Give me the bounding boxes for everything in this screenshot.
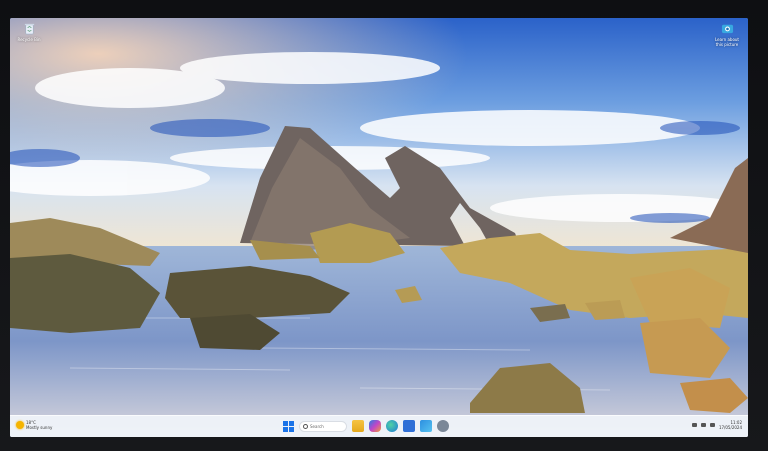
- battery-icon[interactable]: [709, 423, 715, 427]
- sun-icon: [16, 421, 24, 429]
- search-icon: [303, 423, 308, 429]
- photos-icon[interactable]: [420, 420, 432, 432]
- recycle-bin-icon: [24, 23, 34, 35]
- start-button[interactable]: [283, 420, 294, 432]
- taskbar-pinned-apps: Search: [283, 420, 449, 432]
- edge-icon[interactable]: [386, 420, 398, 432]
- taskbar-search-box[interactable]: Search: [299, 420, 347, 432]
- desktop-icon-label: Learn about this picture: [715, 37, 739, 47]
- search-placeholder: Search: [310, 423, 324, 429]
- clock[interactable]: 11:02 17/05/2024: [719, 420, 742, 430]
- clock-date: 17/05/2024: [718, 425, 742, 430]
- copilot-icon[interactable]: [369, 420, 381, 432]
- settings-icon[interactable]: [437, 420, 449, 432]
- camera-icon: [721, 24, 733, 34]
- file-explorer-icon[interactable]: [352, 420, 364, 432]
- system-tray: 11:02 17/05/2024: [691, 420, 742, 430]
- volume-icon[interactable]: [700, 423, 706, 427]
- taskbar: 18°C Mostly sunny Search 11:02 17/05/202…: [10, 415, 748, 437]
- desktop-screen: Recycle Bin Learn about this picture 18°…: [10, 18, 748, 437]
- weather-condition: Mostly sunny: [26, 425, 53, 430]
- desktop-icon-recycle-bin[interactable]: Recycle Bin: [12, 22, 46, 54]
- desktop-icon-label: Recycle Bin: [17, 37, 41, 42]
- wallpaper-image: [10, 18, 748, 437]
- desktop-icon-learn-about-picture[interactable]: Learn about this picture: [710, 22, 744, 54]
- weather-widget[interactable]: 18°C Mostly sunny: [16, 420, 52, 430]
- store-icon[interactable]: [403, 420, 415, 432]
- network-icon[interactable]: [691, 423, 697, 427]
